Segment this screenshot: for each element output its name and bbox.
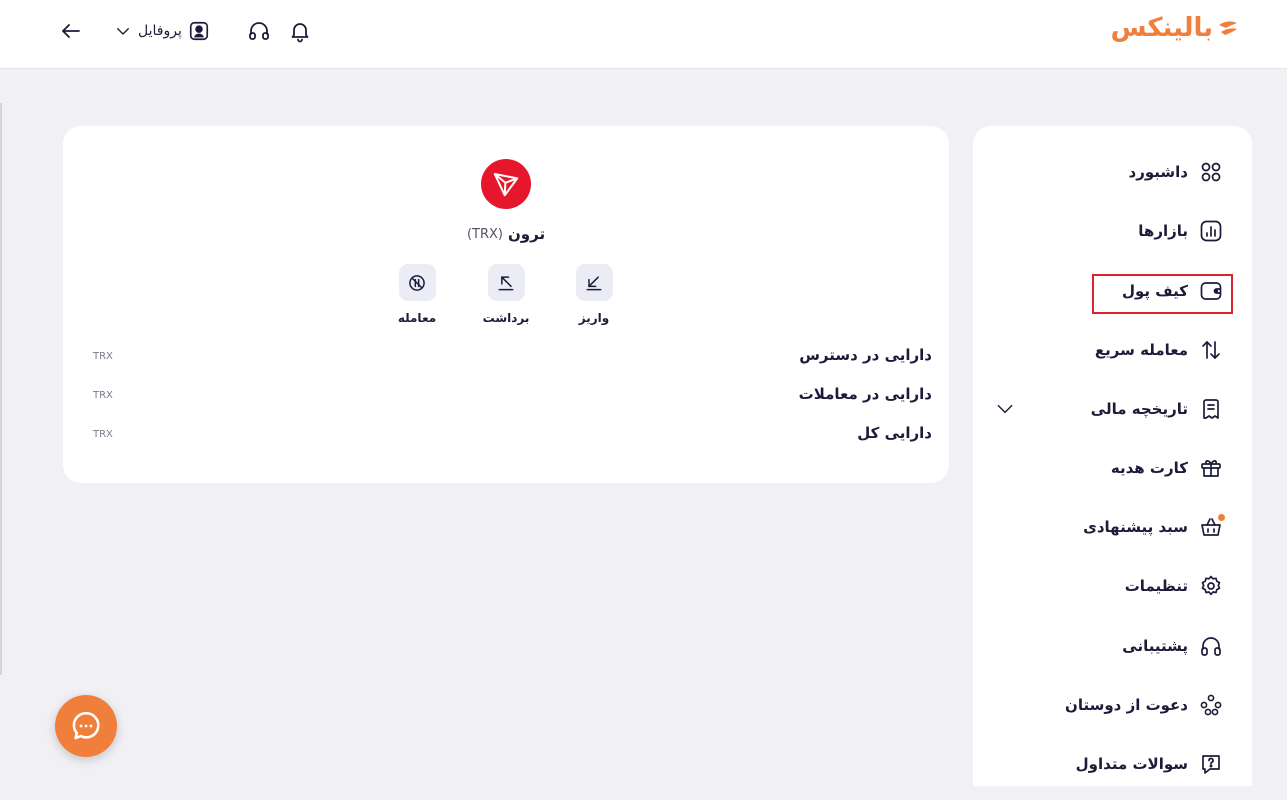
brand-logo[interactable]: بالینکس bbox=[1111, 12, 1239, 44]
grid-icon bbox=[1198, 159, 1224, 185]
sidebar-item-label: معامله سریع bbox=[1094, 341, 1188, 359]
user-icon bbox=[189, 21, 208, 41]
coin-name: ترون bbox=[507, 225, 546, 243]
deposit-button[interactable]: واریز bbox=[564, 264, 624, 330]
wallet-coin-card: ترون (TRX) واریز برداشت معامله دارایی در… bbox=[63, 126, 949, 483]
people-icon bbox=[1198, 692, 1224, 718]
chat-bubble-icon bbox=[72, 711, 100, 740]
headset-icon[interactable] bbox=[246, 16, 272, 46]
swap-arrows-icon bbox=[1198, 337, 1224, 363]
headset-icon bbox=[1198, 633, 1224, 659]
notification-dot bbox=[1218, 514, 1225, 521]
deposit-arrow-icon bbox=[575, 264, 613, 301]
chevron-down-icon[interactable] bbox=[994, 399, 1016, 419]
asset-label: دارایی در دسترس bbox=[799, 346, 932, 364]
sidebar: داشبورد بازارها کیف پول معامله سریع تاری… bbox=[973, 126, 1252, 786]
asset-label: دارایی کل bbox=[857, 424, 932, 442]
action-label: معامله bbox=[397, 311, 437, 325]
gift-icon bbox=[1198, 455, 1224, 481]
logo-mark-icon bbox=[1219, 21, 1237, 35]
asset-row-in-trades: دارایی در معاملات TRX bbox=[93, 385, 932, 409]
asset-label: دارایی در معاملات bbox=[798, 385, 932, 403]
sidebar-item-label: بازارها bbox=[1138, 222, 1188, 240]
sidebar-item-label: کارت هدیه bbox=[1110, 459, 1188, 477]
sidebar-item-label: تاریخچه مالی bbox=[1090, 400, 1188, 418]
active-item-highlight bbox=[1092, 274, 1233, 314]
sidebar-item-support[interactable]: پشتیبانی bbox=[994, 626, 1224, 666]
back-arrow-icon[interactable] bbox=[58, 16, 84, 46]
top-header: بالینکس پروفایل bbox=[0, 0, 1287, 69]
question-bubble-icon bbox=[1198, 751, 1224, 777]
sidebar-item-financial-history[interactable]: تاریخچه مالی bbox=[994, 389, 1224, 429]
tron-logo-icon bbox=[481, 159, 531, 209]
sidebar-item-markets[interactable]: بازارها bbox=[994, 211, 1224, 251]
profile-menu[interactable]: پروفایل bbox=[114, 18, 210, 44]
trade-button[interactable]: معامله bbox=[387, 264, 447, 330]
action-label: واریز bbox=[578, 311, 610, 325]
sidebar-item-settings[interactable]: تنظیمات bbox=[994, 566, 1224, 606]
sidebar-item-label: داشبورد bbox=[1128, 163, 1188, 181]
action-label: برداشت bbox=[482, 311, 530, 325]
left-edge-divider bbox=[0, 103, 2, 675]
bell-icon[interactable] bbox=[287, 16, 313, 46]
asset-unit: TRX bbox=[93, 429, 113, 440]
sidebar-item-label: سوالات متداول bbox=[1075, 755, 1188, 773]
sidebar-item-suggested-basket[interactable]: سبد پیشنهادی bbox=[994, 507, 1225, 547]
logo-text: بالینکس bbox=[1110, 13, 1214, 43]
chart-bars-icon bbox=[1198, 218, 1224, 244]
chat-button[interactable] bbox=[55, 695, 117, 757]
trade-icon bbox=[398, 264, 436, 301]
coin-symbol: (TRX) bbox=[466, 226, 503, 242]
basket-icon bbox=[1198, 514, 1225, 540]
withdraw-arrow-icon bbox=[487, 264, 525, 301]
sidebar-item-label: سبد پیشنهادی bbox=[1083, 518, 1188, 536]
asset-unit: TRX bbox=[93, 351, 113, 362]
sidebar-item-label: دعوت از دوستان bbox=[1065, 696, 1188, 714]
asset-row-total: دارایی کل TRX bbox=[93, 424, 932, 448]
sidebar-item-faq[interactable]: سوالات متداول bbox=[994, 744, 1224, 784]
sidebar-item-quick-trade[interactable]: معامله سریع bbox=[994, 330, 1224, 370]
profile-label: پروفایل bbox=[138, 23, 182, 39]
chevron-down-icon bbox=[117, 28, 129, 35]
asset-row-available: دارایی در دسترس TRX bbox=[93, 346, 932, 370]
sidebar-item-invite-friends[interactable]: دعوت از دوستان bbox=[994, 685, 1224, 725]
withdraw-button[interactable]: برداشت bbox=[476, 264, 536, 330]
asset-unit: TRX bbox=[93, 390, 113, 401]
coin-title: ترون (TRX) bbox=[363, 223, 649, 245]
gear-icon bbox=[1198, 573, 1224, 599]
receipt-icon bbox=[1198, 396, 1224, 422]
sidebar-item-dashboard[interactable]: داشبورد bbox=[994, 152, 1224, 192]
sidebar-item-label: تنظیمات bbox=[1124, 577, 1188, 595]
sidebar-item-gift-card[interactable]: کارت هدیه bbox=[994, 448, 1224, 488]
sidebar-item-label: پشتیبانی bbox=[1122, 637, 1188, 655]
